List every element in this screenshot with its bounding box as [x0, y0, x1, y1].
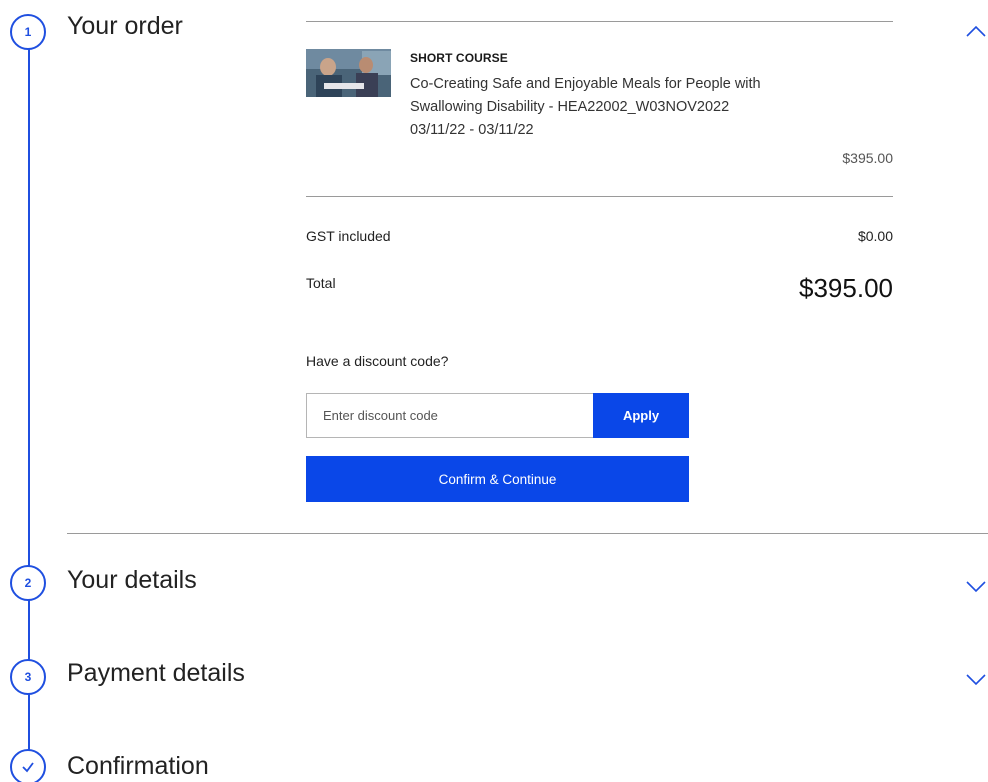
chevron-down-icon[interactable] — [964, 667, 988, 691]
check-icon — [10, 749, 46, 782]
order-top-divider — [306, 21, 893, 22]
gst-label: GST included — [306, 228, 391, 244]
course-thumbnail — [306, 49, 391, 97]
discount-label: Have a discount code? — [306, 353, 449, 369]
step-title-your-order[interactable]: Your order — [67, 12, 183, 41]
gst-value: $0.00 — [857, 228, 893, 244]
apply-button[interactable]: Apply — [593, 393, 689, 438]
course-type-label: SHORT COURSE — [410, 51, 508, 65]
progress-line — [28, 44, 30, 762]
total-label: Total — [306, 275, 336, 291]
chevron-down-icon[interactable] — [964, 574, 988, 598]
order-items-divider — [306, 196, 893, 197]
course-dates: 03/11/22 - 03/11/22 — [410, 122, 534, 138]
section-divider — [67, 533, 988, 534]
step-3-badge: 3 — [10, 659, 46, 695]
course-title-line-2: Swallowing Disability - HEA22002_W03NOV2… — [410, 99, 730, 115]
chevron-up-icon[interactable] — [964, 20, 988, 44]
total-value: $395.00 — [799, 273, 893, 303]
confirm-continue-button[interactable]: Confirm & Continue — [306, 456, 689, 502]
step-title-your-details[interactable]: Your details — [67, 566, 197, 595]
step-2-badge: 2 — [10, 565, 46, 601]
step-title-confirmation: Confirmation — [67, 752, 209, 780]
course-title-line-1: Co-Creating Safe and Enjoyable Meals for… — [410, 76, 761, 92]
item-price: $395.00 — [842, 150, 893, 166]
step-title-payment-details[interactable]: Payment details — [67, 659, 245, 688]
discount-code-input[interactable] — [306, 393, 593, 438]
step-1-badge: 1 — [10, 14, 46, 50]
